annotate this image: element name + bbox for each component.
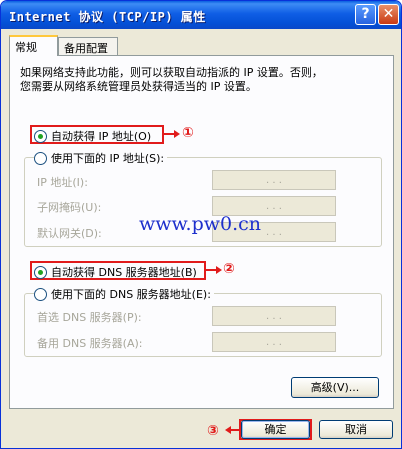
auto-ip-label[interactable]: 自动获得 IP 地址(O) (51, 128, 151, 144)
advanced-button[interactable]: 高级(V)... (291, 377, 379, 398)
tcpip-properties-dialog: Internet 协议 (TCP/IP) 属性 ? ✕ 常规 备用配置 如果网络… (0, 0, 402, 449)
manual-dns-radio-row[interactable]: 使用下面的 DNS 服务器地址(E): (34, 286, 214, 302)
subnet-mask-value: . . . (266, 201, 282, 212)
ok-button[interactable]: 确定 (241, 420, 310, 439)
watermark-text: www.pw0.cn (139, 213, 262, 235)
annotation-arrowhead-2 (216, 266, 222, 274)
cancel-button[interactable]: 取消 (319, 420, 393, 439)
alternate-dns-value: . . . (266, 337, 282, 348)
ip-address-field: . . . (212, 170, 336, 190)
manual-ip-radio[interactable] (34, 151, 47, 165)
annotation-number-2: ② (223, 261, 235, 277)
description-line-1: 如果网络支持此功能，则可以获取自动指派的 IP 设置。否则， (20, 66, 323, 79)
ip-address-label: IP 地址(I): (37, 176, 88, 189)
preferred-dns-value: . . . (266, 311, 282, 322)
auto-dns-label[interactable]: 自动获得 DNS 服务器地址(B) (51, 264, 197, 280)
close-icon[interactable]: ✕ (378, 4, 399, 25)
manual-dns-radio[interactable] (34, 287, 47, 301)
auto-ip-radio[interactable] (34, 129, 47, 143)
default-gateway-value: . . . (266, 227, 282, 238)
manual-dns-label[interactable]: 使用下面的 DNS 服务器地址(E): (51, 286, 211, 302)
tab-alternate-config[interactable]: 备用配置 (58, 37, 118, 55)
annotation-number-3: ③ (207, 423, 219, 439)
default-gateway-label: 默认网关(D): (37, 227, 102, 240)
alternate-dns-label: 备用 DNS 服务器(A): (37, 337, 143, 350)
ip-address-value: . . . (266, 175, 282, 186)
manual-ip-radio-row[interactable]: 使用下面的 IP 地址(S): (34, 150, 168, 166)
help-icon[interactable]: ? (355, 4, 376, 25)
auto-dns-radio-row[interactable]: 自动获得 DNS 服务器地址(B) (34, 264, 197, 280)
description-text: 如果网络支持此功能，则可以获取自动指派的 IP 设置。否则， 您需要从网络系统管… (20, 66, 380, 94)
annotation-arrowhead-1 (174, 130, 180, 138)
auto-dns-radio[interactable] (34, 265, 47, 279)
preferred-dns-label: 首选 DNS 服务器(P): (37, 311, 142, 324)
tab-general[interactable]: 常规 (9, 35, 58, 56)
manual-ip-label[interactable]: 使用下面的 IP 地址(S): (51, 150, 164, 166)
auto-ip-radio-row[interactable]: 自动获得 IP 地址(O) (34, 128, 151, 144)
annotation-number-1: ① (182, 125, 194, 141)
window-title: Internet 协议 (TCP/IP) 属性 (9, 10, 206, 24)
description-line-2: 您需要从网络系统管理员处获得适当的 IP 设置。 (20, 80, 257, 93)
subnet-mask-label: 子网掩码(U): (37, 201, 102, 214)
alternate-dns-field: . . . (212, 332, 336, 352)
title-bar[interactable]: Internet 协议 (TCP/IP) 属性 ? ✕ (1, 1, 401, 29)
preferred-dns-field: . . . (212, 306, 336, 326)
